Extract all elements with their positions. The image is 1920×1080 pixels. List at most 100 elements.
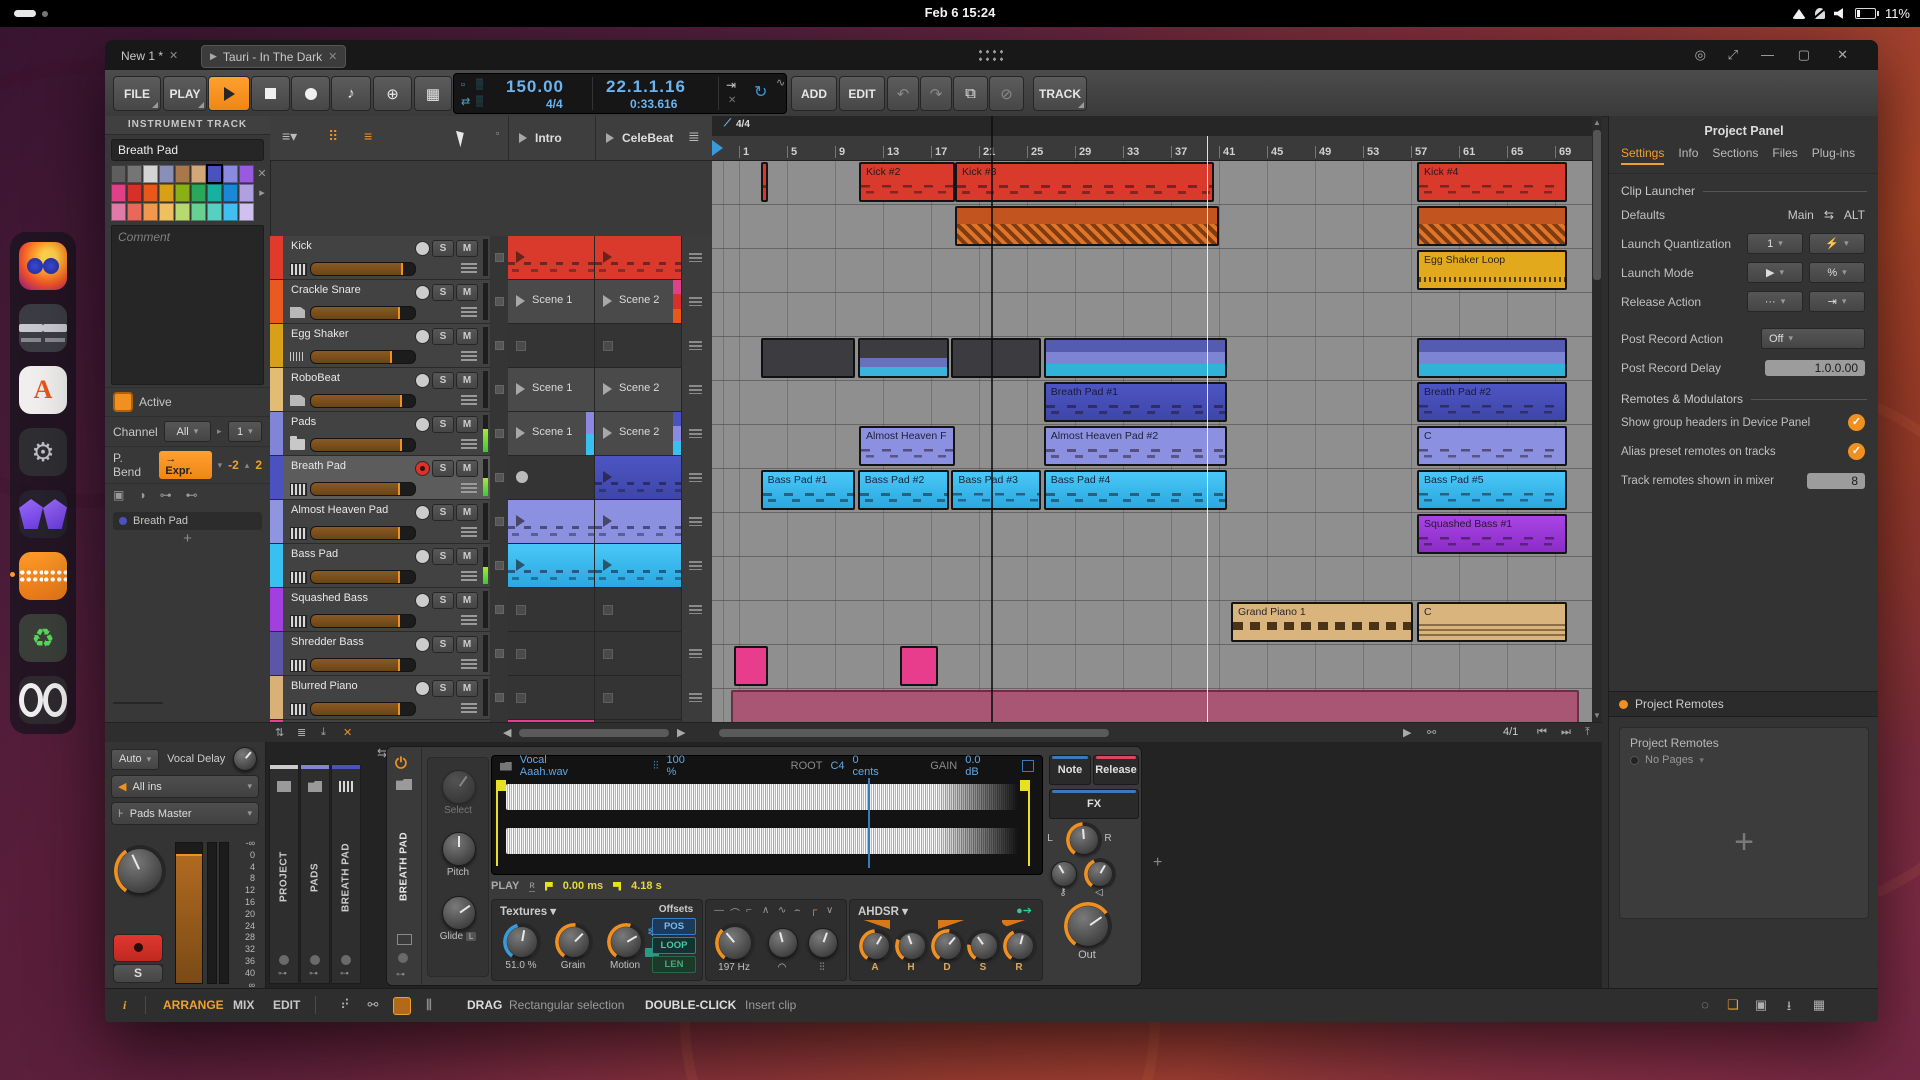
glide-knob[interactable] [442, 896, 476, 930]
solo-button[interactable]: S [432, 592, 454, 609]
root-note[interactable]: C4 [830, 760, 844, 772]
scene-play-icon[interactable] [519, 133, 527, 143]
scene-menu-icon[interactable]: ≣ [688, 128, 700, 145]
mixer-sliders-icon[interactable]: ⫼ [421, 997, 437, 1013]
mute-button[interactable]: M [456, 680, 478, 697]
zoom-fit-icon[interactable] [1022, 760, 1034, 772]
ahdsr-title[interactable]: AHDSR ▾ [858, 904, 908, 918]
track-row[interactable]: Almost Heaven PadSM [270, 500, 490, 544]
filter-res-knob[interactable] [768, 928, 798, 958]
solo-button[interactable]: S [432, 284, 454, 301]
stop-all-icon[interactable]: ▫ [496, 128, 499, 138]
volume-fader[interactable] [175, 842, 203, 984]
groove-wave-icon[interactable]: ▒ [476, 96, 483, 107]
solo-button[interactable]: S [113, 964, 163, 983]
clip-slot[interactable] [595, 544, 682, 588]
alt-default-select[interactable]: ⇥ [1809, 291, 1865, 312]
arranger-clip[interactable]: C [1417, 426, 1567, 466]
color-swatch[interactable] [223, 165, 238, 183]
add-remote-button[interactable]: + [1620, 823, 1868, 862]
color-swatch[interactable] [127, 203, 142, 221]
send-knob[interactable] [233, 747, 257, 771]
mute-button[interactable]: M [456, 460, 478, 477]
info-icon[interactable]: i [123, 998, 126, 1013]
tab-info[interactable]: Info [1678, 146, 1698, 165]
position-display[interactable]: 22.1.1.16 [606, 77, 686, 97]
track-row[interactable]: Squashed BassSM [270, 588, 490, 632]
auto-monitor-icon[interactable]: ◑ [138, 488, 145, 502]
clip-stop-cell[interactable] [490, 632, 509, 677]
chain-tab-breath-pad[interactable]: BREATH PAD⊶ [331, 764, 361, 984]
launcher-scroll-right-icon[interactable]: ▶ [677, 726, 685, 739]
arranger-clip[interactable] [1044, 338, 1228, 378]
layer-item[interactable]: Breath Pad [113, 512, 262, 530]
ubuntu-icon[interactable] [19, 676, 67, 724]
slot-menu-cell[interactable] [682, 588, 711, 633]
solo-button[interactable]: S [432, 328, 454, 345]
arranger-clip[interactable] [761, 338, 856, 378]
clip-slot[interactable]: Scene 2 [595, 368, 682, 412]
trash-icon[interactable]: ♻ [19, 614, 67, 662]
color-swatch[interactable] [191, 184, 206, 202]
track-volume-slider[interactable] [310, 394, 416, 408]
post-record-action-select[interactable]: Off [1761, 328, 1865, 349]
filter-shape-icon[interactable]: ⌐ [746, 905, 752, 916]
output-routing-icon[interactable]: ⊷ [186, 488, 198, 502]
add-button[interactable]: ADD [791, 76, 837, 111]
cue-marker-icon[interactable]: ▫ [461, 79, 465, 91]
mute-button[interactable]: M [456, 636, 478, 653]
waveform-right[interactable] [506, 828, 1032, 854]
slot-menu-cell[interactable] [682, 368, 711, 413]
routing-icon[interactable]: ⊶ [278, 968, 287, 979]
solo-button[interactable]: S [432, 636, 454, 653]
preset-folder-icon[interactable] [396, 779, 412, 790]
input-select[interactable]: ◀ All ins [111, 775, 259, 798]
stretch-amount[interactable]: 100 % [666, 754, 692, 778]
tab-tauri[interactable]: ▶ Tauri - In The Dark ✕ [201, 45, 346, 68]
grid-panel-icon[interactable]: ▦ [1811, 997, 1827, 1013]
arm-button[interactable] [415, 241, 430, 256]
scene-header-celebeat[interactable]: CeleBeat [595, 116, 682, 160]
swap-icon[interactable]: ⇆ [1824, 208, 1834, 222]
keytrack-knob[interactable] [1051, 861, 1077, 887]
gain-value[interactable]: 0.0 dB [965, 754, 992, 778]
arranger-clip[interactable] [858, 338, 949, 378]
offset-loop-button[interactable]: LOOP [652, 937, 696, 954]
routing-icon[interactable]: ⊶ [309, 968, 318, 979]
mute-button[interactable]: M [456, 592, 478, 609]
time-display[interactable]: 0:33.616 [630, 97, 677, 111]
clip-stop-cell[interactable] [490, 368, 509, 413]
alt-default-select[interactable]: % [1809, 262, 1865, 283]
device-name[interactable]: BREATH PAD [387, 807, 421, 925]
main-default-select[interactable]: 1 [1747, 233, 1803, 254]
track-row[interactable]: Egg ShakerSM [270, 324, 490, 368]
filter-shape-icon[interactable]: ┌ [810, 905, 817, 916]
track-menu-icon[interactable] [461, 703, 477, 713]
search-icon[interactable]: ◌ [1697, 997, 1713, 1013]
arranger-clip[interactable]: Squashed Bass #1 [1417, 514, 1567, 554]
fullscreen-icon[interactable]: ⤢ [1728, 47, 1738, 63]
clip-slot[interactable]: Scene 2 [595, 412, 682, 456]
tab-files[interactable]: Files [1772, 146, 1797, 165]
select-knob[interactable] [442, 770, 476, 804]
play-marker-icon[interactable]: ▶ [1403, 726, 1411, 739]
scroll-jump-icon[interactable]: ⤓ [321, 726, 326, 739]
output-select[interactable]: ⊦ Pads Master [111, 802, 259, 825]
alt-default-select[interactable]: ⚡ [1809, 233, 1865, 254]
arm-button[interactable] [113, 934, 163, 962]
shuffle-icon[interactable]: ⇄ [461, 95, 470, 108]
close-tab-icon[interactable]: ✕ [328, 50, 337, 63]
slot-menu-cell[interactable] [682, 324, 711, 369]
clip-slot[interactable] [595, 632, 682, 676]
slot-menu-cell[interactable] [682, 500, 711, 545]
clip-stop-cell[interactable] [490, 412, 509, 457]
release-shape-icon[interactable] [1002, 920, 1028, 929]
solo-button[interactable]: S [432, 548, 454, 565]
arranger-clip[interactable]: Kick #3 [955, 162, 1214, 202]
solo-button[interactable]: S [432, 680, 454, 697]
browser-file-icon[interactable]: ❏ [1725, 997, 1741, 1013]
settings-icon[interactable]: ⚙ [19, 428, 67, 476]
minimize-button[interactable]: — [1761, 47, 1774, 62]
arm-button[interactable] [415, 329, 430, 344]
overdub-button[interactable]: ⊕ [373, 76, 412, 111]
